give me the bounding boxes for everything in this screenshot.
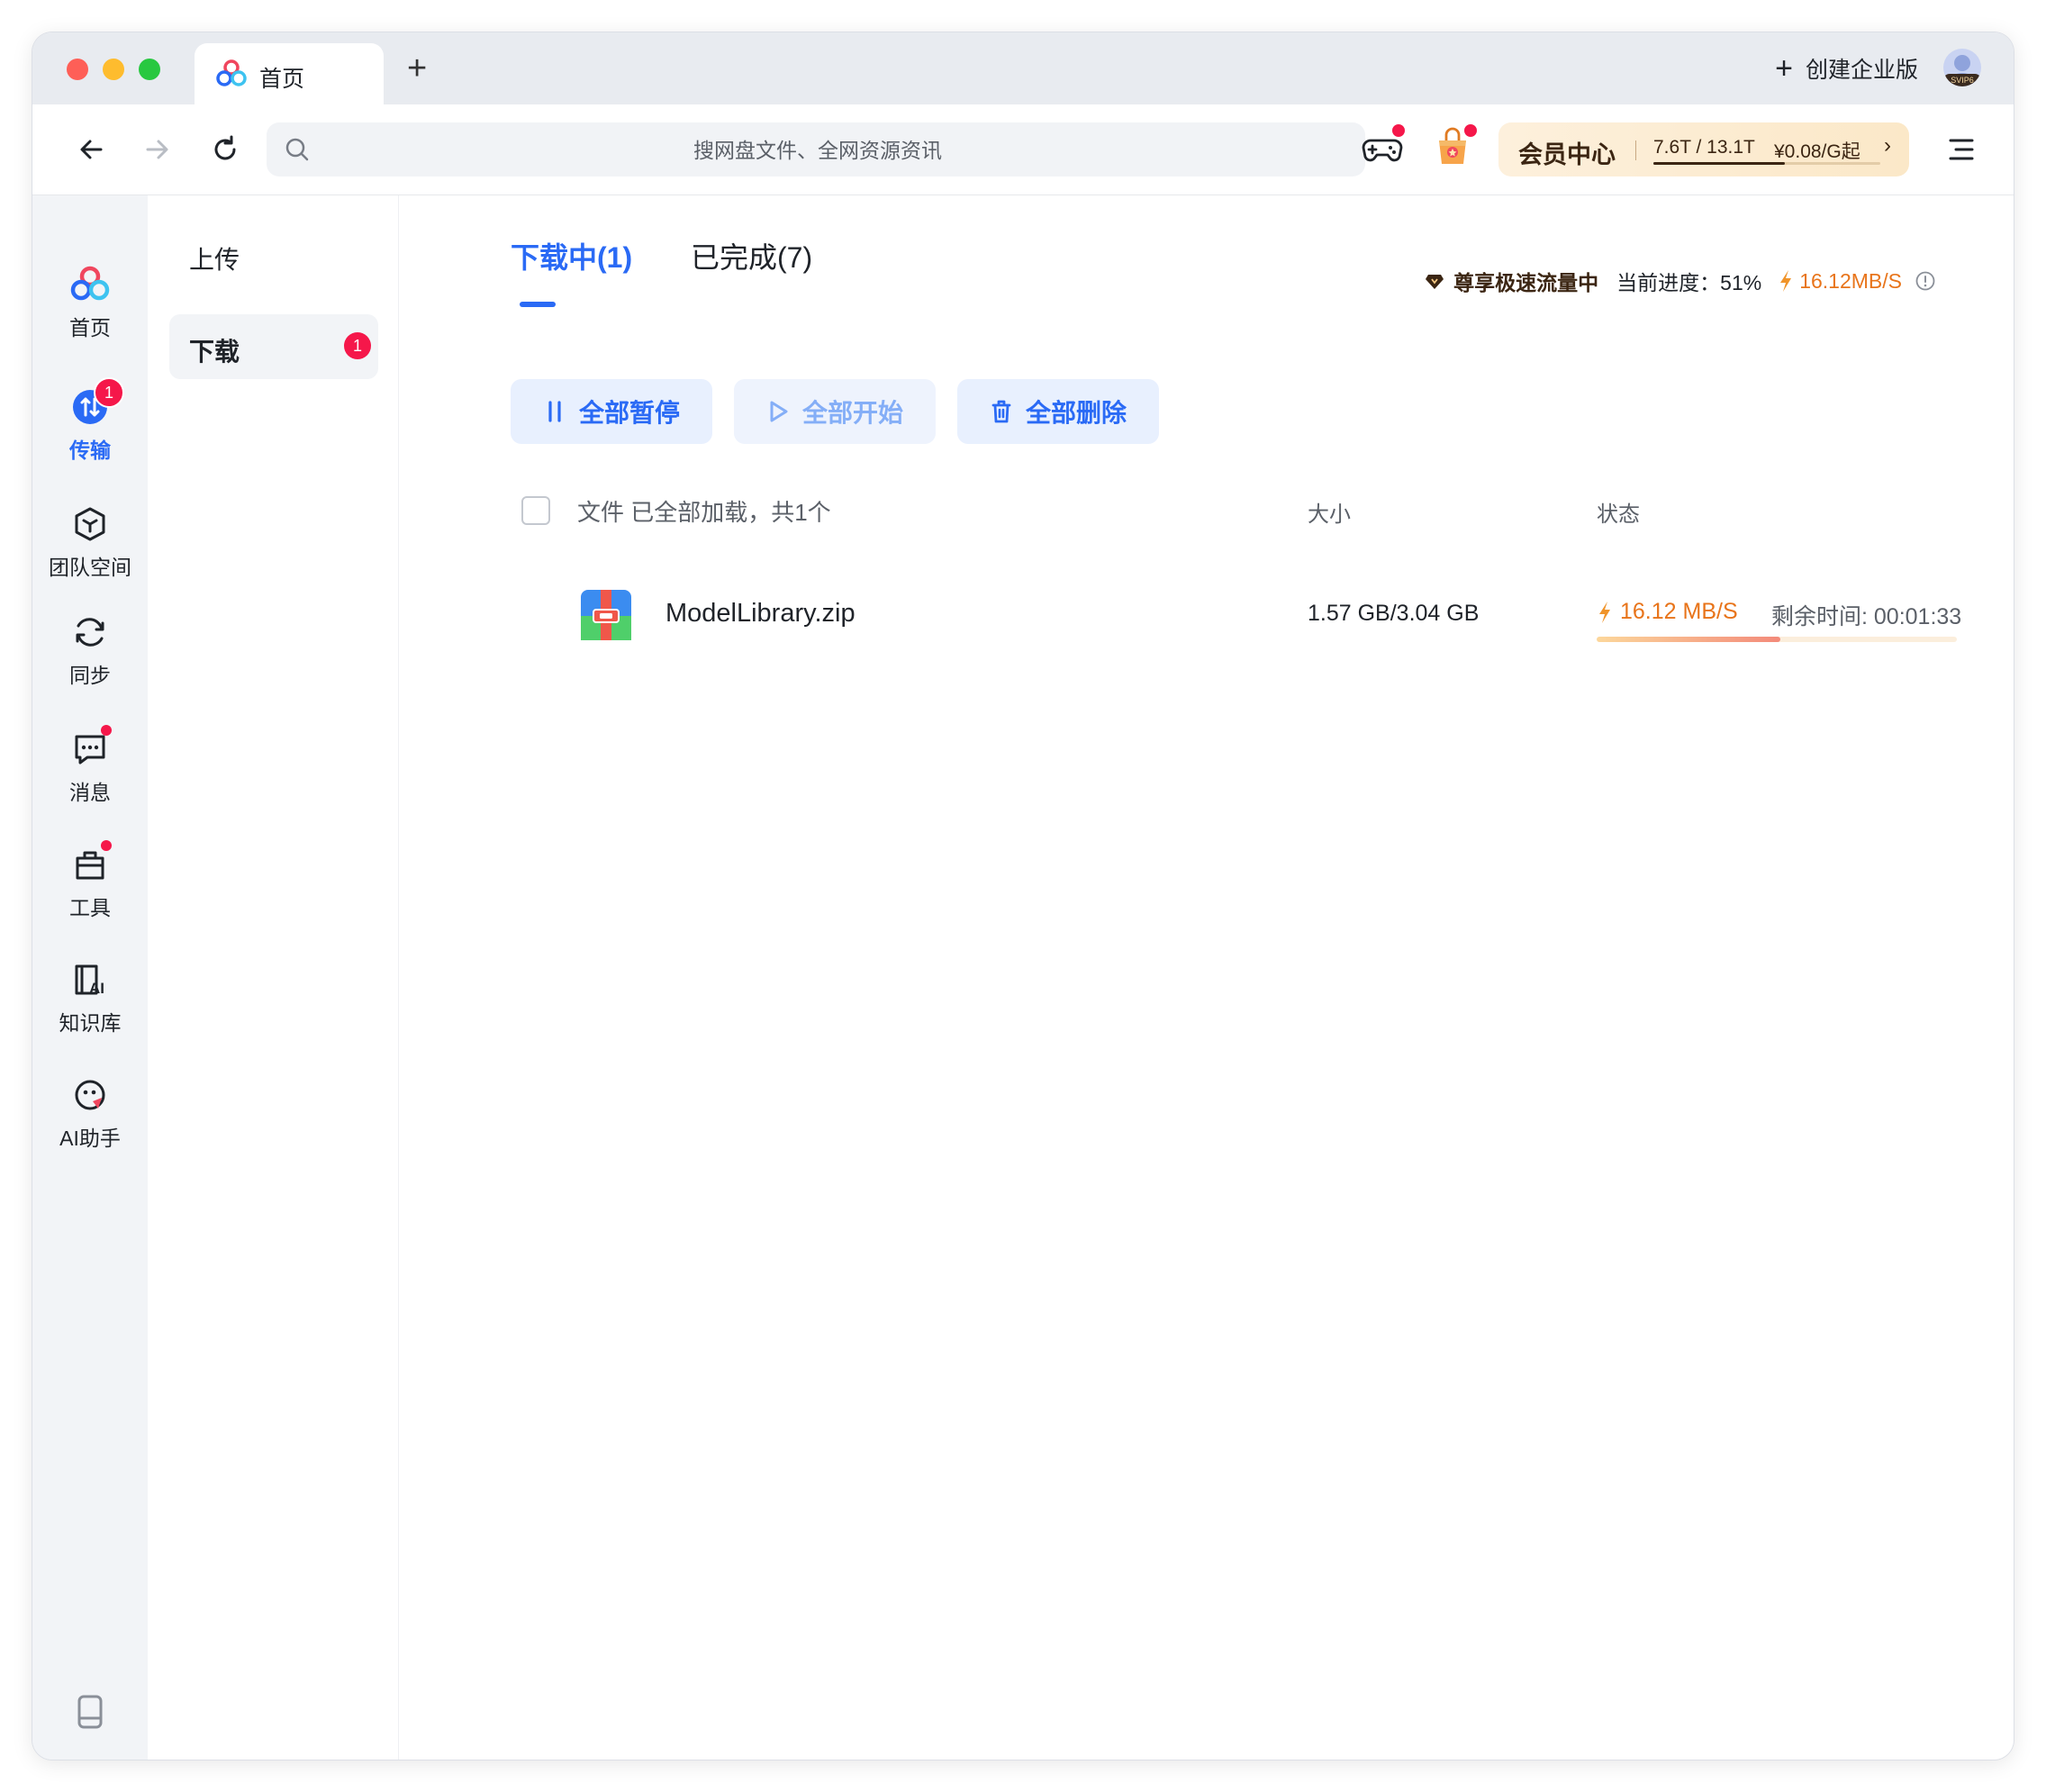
tools-notification-dot	[101, 840, 112, 851]
cloud-logo-icon	[70, 266, 110, 301]
tab-home-label: 首页	[259, 67, 305, 92]
rail-item-home[interactable]: 首页	[32, 264, 148, 341]
diamond-icon	[1426, 275, 1444, 289]
tab-downloading[interactable]: 下载中(1)	[511, 235, 632, 276]
ai-library-icon: AI	[75, 964, 104, 997]
storage-quota: 7.6T / 13.1T	[1653, 137, 1755, 158]
search-bar[interactable]	[267, 122, 1365, 178]
cloud-logo-icon	[216, 59, 247, 86]
rail-label-ai-assistant: AI助手	[59, 1127, 121, 1150]
select-all-checkbox[interactable]	[521, 496, 550, 525]
remaining-time: 剩余时间: 00:01:33	[1771, 604, 1962, 629]
refresh-icon[interactable]	[207, 131, 243, 167]
plus-icon: +	[1775, 51, 1793, 86]
game-notification-dot	[1390, 122, 1407, 139]
rail-label-messages: 消息	[69, 781, 111, 804]
info-icon[interactable]	[1915, 270, 1936, 292]
start-all-button[interactable]: 全部开始	[734, 379, 936, 444]
trash-icon	[991, 400, 1011, 423]
rail-label-tools: 工具	[69, 896, 111, 919]
rail-label-sync: 同步	[69, 664, 111, 687]
zip-file-icon	[581, 590, 631, 640]
create-enterprise-label: 创建企业版	[1805, 58, 1918, 83]
back-arrow-icon[interactable]	[74, 131, 110, 167]
premium-speed-label: 尊享极速流量中	[1453, 271, 1599, 294]
mobile-device-icon[interactable]	[76, 1694, 104, 1730]
minimize-window-button[interactable]	[103, 59, 124, 80]
vip-title: 会员中心	[1518, 141, 1616, 168]
title-bar: 首页 + + 创建企业版 SVIP6	[32, 32, 2014, 104]
rail-item-messages[interactable]: 消息	[32, 725, 148, 806]
subnav-label-download: 下载	[189, 338, 240, 366]
lightning-icon	[1780, 270, 1792, 292]
current-progress-label: 当前进度：51%	[1616, 271, 1762, 294]
column-file: 文件 已全部加载，共1个	[577, 499, 831, 526]
search-input[interactable]	[321, 122, 1315, 178]
rail-label-knowledge-base: 知识库	[59, 1011, 122, 1035]
rail-item-tools[interactable]: 工具	[32, 840, 148, 921]
row-speed-value: 16.12 MB/S	[1620, 599, 1738, 624]
menu-icon[interactable]	[1943, 131, 1979, 167]
delete-all-label: 全部删除	[1025, 399, 1127, 427]
pause-all-label: 全部暂停	[578, 399, 680, 427]
column-status: 状态	[1597, 502, 1640, 527]
messages-notification-dot	[101, 725, 112, 736]
rail-item-sync[interactable]: 同步	[32, 611, 148, 689]
transfer-subnav: 上传 下载 1	[148, 195, 399, 1760]
rail-item-transfer[interactable]: 传输 1	[32, 377, 148, 464]
main-panel: 下载中(1) 已完成(7) 尊享极速流量中 当前进度：51% 16.12MB/S	[399, 195, 2014, 1760]
table-row[interactable]: ModelLibrary.zip 1.57 GB/3.04 GB 16.12 M…	[399, 583, 2014, 664]
storage-usage-bar	[1653, 162, 1880, 165]
rail-item-knowledge-base[interactable]: AI 知识库	[32, 959, 148, 1036]
close-window-button[interactable]	[67, 59, 88, 80]
toolbar: 会员中心 7.6T / 13.1T ¥0.08/G起 ›	[32, 104, 2014, 195]
table-header: 文件 已全部加载，共1个 大小 状态	[399, 493, 2014, 529]
download-progress-bar	[1597, 637, 1957, 642]
sync-icon	[76, 618, 104, 647]
create-enterprise-button[interactable]: + 创建企业版	[1775, 52, 1918, 85]
active-tab-indicator	[520, 302, 556, 307]
column-size: 大小	[1308, 502, 1351, 527]
avatar[interactable]: SVIP6	[1943, 49, 1981, 86]
gift-notification-dot	[1462, 122, 1479, 139]
svip-badge: SVIP6	[1943, 74, 1981, 86]
vip-center-button[interactable]: 会员中心 7.6T / 13.1T ¥0.08/G起 ›	[1498, 122, 1909, 176]
search-icon	[285, 138, 309, 161]
svg-text:AI: AI	[89, 980, 104, 997]
play-icon	[770, 401, 788, 422]
rail-item-team-space[interactable]: 团队空间	[32, 503, 148, 581]
pause-icon	[548, 401, 561, 422]
download-badge: 1	[344, 332, 371, 359]
start-all-label: 全部开始	[801, 399, 903, 427]
subnav-item-upload[interactable]: 上传	[169, 222, 378, 287]
cube-icon	[75, 507, 105, 541]
tab-completed[interactable]: 已完成(7)	[691, 235, 812, 276]
subnav-item-download[interactable]: 下载 1	[169, 314, 378, 379]
overall-speed: 16.12MB/S	[1799, 268, 1902, 293]
speed-info-bar: 尊享极速流量中 当前进度：51% 16.12MB/S	[1425, 266, 1936, 296]
ai-assistant-icon	[75, 1080, 105, 1110]
forward-arrow-icon[interactable]	[139, 131, 175, 167]
new-tab-button[interactable]: +	[407, 50, 427, 86]
left-nav-rail: 首页 传输 1 团队空间 同步 消息 工具 AI 知识库 AI助手	[32, 195, 148, 1760]
lightning-icon	[1599, 601, 1610, 623]
file-size: 1.57 GB/3.04 GB	[1308, 601, 1480, 626]
transfer-badge: 1	[94, 377, 124, 408]
download-progress-fill	[1597, 637, 1780, 642]
app-window: 首页 + + 创建企业版 SVIP6 搜网盘文件、全网资源资讯 会员中心 7.6…	[32, 32, 2014, 1760]
row-speed: 16.12 MB/S	[1597, 599, 1738, 625]
maximize-window-button[interactable]	[139, 59, 160, 80]
delete-all-button[interactable]: 全部删除	[957, 379, 1159, 444]
subnav-label-upload: 上传	[189, 246, 240, 274]
rail-label-team-space: 团队空间	[49, 556, 131, 579]
pause-all-button[interactable]: 全部暂停	[511, 379, 712, 444]
file-name: ModelLibrary.zip	[665, 599, 856, 628]
rail-label-home: 首页	[69, 316, 111, 339]
vip-separator	[1635, 140, 1636, 160]
tab-home[interactable]: 首页	[195, 43, 384, 104]
rail-label-transfer: 传输	[69, 439, 111, 462]
chevron-right-icon: ›	[1884, 133, 1891, 158]
storage-price: ¥0.08/G起	[1774, 141, 1860, 162]
rail-item-ai-assistant[interactable]: AI助手	[32, 1074, 148, 1152]
